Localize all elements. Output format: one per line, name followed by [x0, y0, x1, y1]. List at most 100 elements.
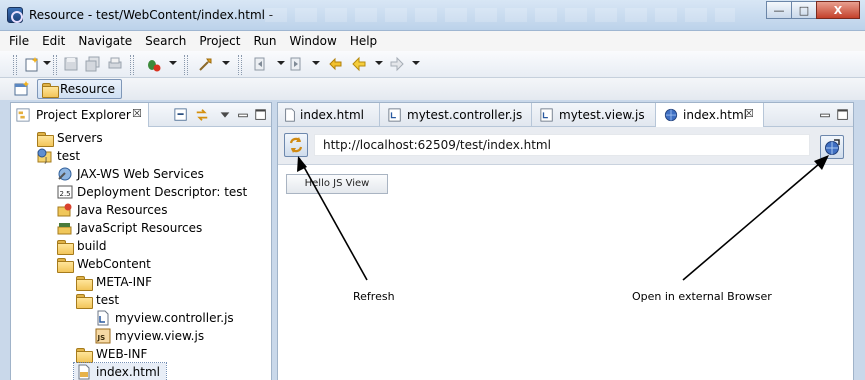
previous-annotation-dropdown[interactable]	[312, 61, 320, 65]
external-browser-icon	[825, 139, 840, 155]
js-file-icon	[388, 108, 401, 122]
menu-help[interactable]: Help	[350, 34, 377, 48]
save-icon[interactable]	[63, 56, 79, 72]
close-icon[interactable]: ☒	[132, 107, 142, 120]
debug-dropdown-arrow[interactable]	[169, 61, 177, 65]
minimize-button[interactable]: —	[766, 1, 792, 19]
back-icon[interactable]	[351, 56, 367, 72]
explorer-tab-label: Project Explorer	[36, 108, 131, 122]
next-annotation-icon[interactable]	[252, 56, 268, 72]
menu-project[interactable]: Project	[199, 34, 240, 48]
next-annotation-dropdown[interactable]	[277, 61, 285, 65]
tab-mytest-controller[interactable]: mytest.controller.js	[380, 103, 532, 127]
js-file-icon	[97, 310, 109, 326]
run-tool-icon[interactable]	[198, 56, 214, 72]
tab-index-html[interactable]: index.html	[278, 103, 380, 127]
explorer-tab-bar: Project Explorer ☒	[11, 103, 271, 127]
tree-item-label: index.html	[96, 365, 160, 379]
svg-text:J: J	[44, 156, 47, 164]
view-menu-icon[interactable]	[218, 108, 232, 122]
folder-icon	[42, 83, 59, 98]
editor-tab-label: index.html	[683, 108, 747, 122]
link-with-editor-icon[interactable]	[195, 108, 209, 122]
menu-navigate[interactable]: Navigate	[78, 34, 132, 48]
external-browser-annotation-label: Open in external Browser	[632, 290, 772, 303]
web-services-icon	[58, 167, 72, 181]
refresh-button[interactable]	[284, 133, 308, 157]
title-bar-glass	[265, 8, 735, 22]
tree-item-label: WEB-INF	[96, 347, 148, 361]
window-title: Resource - test/WebContent/index.html -	[29, 8, 274, 22]
menu-edit[interactable]: Edit	[42, 34, 65, 48]
folder-icon	[57, 240, 74, 256]
eclipse-app-icon	[7, 7, 23, 23]
save-all-icon[interactable]	[85, 56, 101, 72]
window-titlebar: Resource - test/WebContent/index.html - …	[0, 0, 865, 31]
tree-item-label: Servers	[57, 131, 103, 145]
html-file-icon	[285, 108, 295, 122]
minimize-editor-icon[interactable]	[818, 108, 832, 122]
maximize-button[interactable]: □	[791, 1, 817, 19]
tree-item-label: test	[96, 293, 120, 307]
new-wizard-icon[interactable]	[24, 56, 40, 72]
previous-annotation-icon[interactable]	[288, 56, 304, 72]
tab-project-explorer[interactable]: Project Explorer ☒	[11, 103, 149, 127]
folder-icon	[76, 348, 93, 364]
tree-item-label: Java Resources	[77, 203, 168, 217]
debug-icon[interactable]	[145, 56, 161, 72]
new-dropdown-arrow[interactable]	[43, 61, 51, 65]
folder-open-icon	[57, 258, 74, 274]
window-controls: — □ X	[766, 1, 860, 19]
tab-mytest-view[interactable]: mytest.view.js	[532, 103, 656, 127]
tree-item-label: myview.view.js	[115, 329, 205, 343]
open-external-browser-button[interactable]	[820, 135, 844, 159]
minimize-view-icon[interactable]	[236, 108, 250, 122]
js-view-file-icon: JS	[95, 328, 111, 344]
project-explorer-view: Project Explorer ☒ Servers J test JAX-WS…	[10, 102, 272, 380]
hello-js-view-button[interactable]: Hello JS View	[286, 174, 388, 194]
browser-globe-icon	[664, 108, 678, 122]
web-project-icon: J	[37, 148, 52, 164]
forward-dropdown-arrow[interactable]	[412, 61, 420, 65]
back-dropdown-arrow[interactable]	[375, 61, 383, 65]
tree-item-index-html[interactable]: index.html	[73, 362, 167, 380]
refresh-annotation-label: Refresh	[353, 290, 395, 303]
editor-tab-bar: index.html mytest.controller.js mytest.v…	[278, 103, 853, 128]
run-tool-dropdown-arrow[interactable]	[222, 61, 230, 65]
perspective-bar: Resource	[0, 78, 865, 100]
tab-index-html-browser[interactable]: index.html ☒	[656, 103, 764, 128]
editor-tab-label: index.html	[300, 108, 364, 122]
js-file-icon	[540, 108, 553, 122]
menu-window[interactable]: Window	[289, 34, 336, 48]
last-edit-icon[interactable]	[327, 56, 343, 72]
javascript-resources-icon	[57, 223, 72, 235]
menu-file[interactable]: File	[9, 34, 29, 48]
svg-text:JS: JS	[97, 334, 106, 342]
close-button[interactable]: X	[816, 1, 860, 19]
menu-run[interactable]: Run	[253, 34, 276, 48]
tree-item-label: WebContent	[77, 257, 151, 271]
folder-icon	[37, 132, 54, 148]
java-resources-icon	[57, 203, 72, 217]
tree-item-label: Deployment Descriptor: test	[77, 185, 248, 199]
open-perspective-icon[interactable]	[14, 81, 30, 97]
menu-bar: File Edit Navigate Search Project Run Wi…	[0, 31, 865, 51]
menu-search[interactable]: Search	[145, 34, 186, 48]
main-toolbar	[0, 51, 865, 78]
refresh-icon	[289, 137, 303, 153]
collapse-all-icon[interactable]	[174, 108, 188, 122]
tree-item-label: META-INF	[96, 275, 153, 289]
browser-toolbar: http://localhost:62509/test/index.html	[278, 127, 853, 165]
tree-item-label: JavaScript Resources	[77, 221, 203, 235]
forward-icon[interactable]	[389, 56, 405, 72]
close-icon[interactable]: ☒	[744, 107, 754, 120]
maximize-view-icon[interactable]	[254, 108, 268, 122]
resource-perspective-button[interactable]: Resource	[37, 79, 123, 99]
tree-item-label: test	[57, 149, 81, 163]
maximize-editor-icon[interactable]	[836, 108, 850, 122]
perspective-label: Resource	[60, 82, 116, 96]
workbench-right-edge	[854, 102, 865, 380]
print-icon[interactable]	[107, 56, 123, 72]
url-input[interactable]: http://localhost:62509/test/index.html	[314, 134, 810, 156]
html-file-icon	[78, 364, 90, 380]
